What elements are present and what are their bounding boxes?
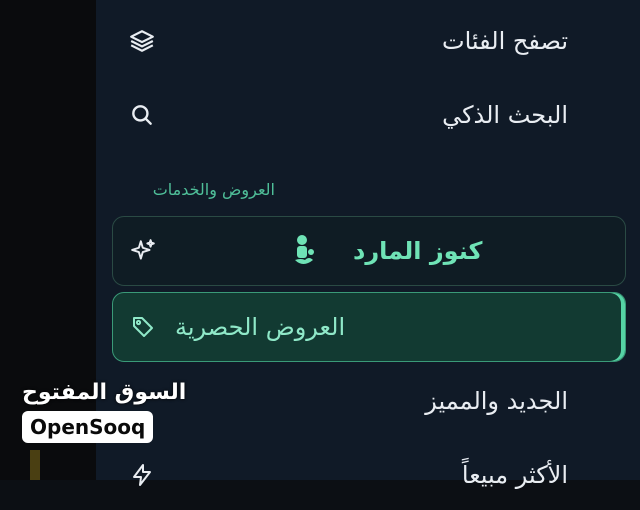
menu-item-browse-categories[interactable]: تصفح الفئات <box>112 6 624 76</box>
search-icon <box>126 99 158 131</box>
watermark-arabic-text: السوق المفتوح <box>22 380 187 405</box>
menu-item-label: كنوز المارد <box>353 237 483 265</box>
menu-item-exclusive-offers[interactable]: العروض الحصرية <box>112 292 626 362</box>
menu-item-label: تصفح الفئات <box>441 27 568 55</box>
menu-item-label: الأكثر مبيعاً <box>461 461 568 489</box>
menu-item-new-and-featured[interactable]: الجديد والمميز <box>112 366 624 436</box>
tag-icon <box>129 313 157 341</box>
watermark-logo-text: OpenSooq <box>22 411 154 443</box>
lightning-icon <box>126 459 158 491</box>
section-title-offers: العروض والخدمات <box>152 180 275 199</box>
menu-item-label: العروض الحصرية <box>175 313 346 341</box>
menu-item-kunooz-almarid[interactable]: كنوز المارد <box>112 216 626 286</box>
menu-item-best-selling[interactable]: الأكثر مبيعاً <box>112 440 624 510</box>
menu-item-smart-search[interactable]: البحث الذكي <box>112 80 624 150</box>
menu-item-label: الجديد والمميز <box>425 387 568 415</box>
backdrop-stripe <box>30 450 40 480</box>
opensooq-watermark: السوق المفتوح OpenSooq <box>22 380 186 443</box>
sparkle-icon <box>129 237 157 265</box>
layers-icon <box>126 25 158 57</box>
menu-item-label: البحث الذكي <box>442 101 568 129</box>
genie-mascot-icon <box>291 234 317 268</box>
